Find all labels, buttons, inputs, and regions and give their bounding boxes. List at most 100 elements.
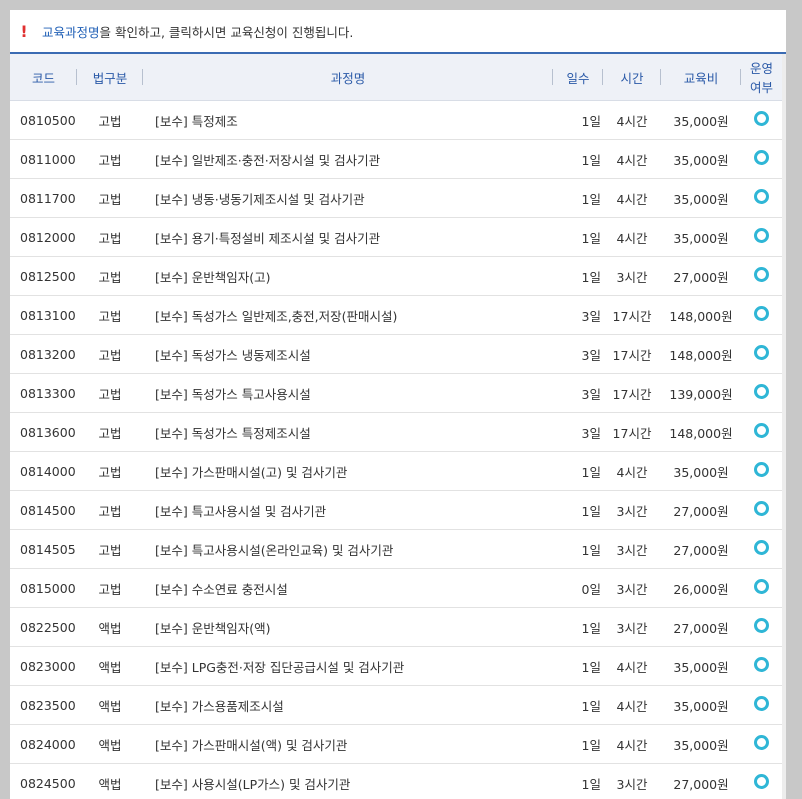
cell-law: 액법 xyxy=(77,607,143,647)
cell-course-name[interactable]: [보수] LPG충전·저장 집단공급시설 및 검사기관 xyxy=(143,646,553,686)
cell-days: 1일 xyxy=(553,724,603,764)
cell-days: 1일 xyxy=(553,529,603,569)
table-header: 코드 법구분 과정명 일수 시간 교육비 운영 여부 xyxy=(10,54,782,101)
cell-fee: 27,000원 xyxy=(661,256,741,296)
cell-course-name[interactable]: [보수] 수소연료 충전시설 xyxy=(143,568,553,608)
table-row[interactable]: 0814500 고법 [보수] 특고사용시설 및 검사기관 1일 3시간 27,000원 xyxy=(10,490,782,530)
cell-course-name[interactable]: [보수] 사용시설(LP가스) 및 검사기관 xyxy=(143,763,553,799)
cell-course-name[interactable]: [보수] 독성가스 냉동제조시설 xyxy=(143,334,553,374)
cell-status xyxy=(741,685,782,725)
cell-code: 0812500 xyxy=(10,256,77,296)
course-list-panel: ! 교육과정명을 확인하고, 클릭하시면 교육신청이 진행됩니다. 코드 법구분… xyxy=(10,10,786,799)
cell-hours: 4시간 xyxy=(603,139,661,179)
cell-hours: 3시간 xyxy=(603,763,661,799)
cell-course-name[interactable]: [보수] 일반제조·충전·저장시설 및 검사기관 xyxy=(143,139,553,179)
cell-status xyxy=(741,412,782,452)
header-course: 과정명 xyxy=(143,54,553,101)
cell-course-name[interactable]: [보수] 용기·특정설비 제조시설 및 검사기관 xyxy=(143,217,553,257)
cell-hours: 17시간 xyxy=(603,295,661,335)
cell-course-name[interactable]: [보수] 운반책임자(고) xyxy=(143,256,553,296)
cell-code: 0810500 xyxy=(10,100,77,140)
table-row[interactable]: 0824500 액법 [보수] 사용시설(LP가스) 및 검사기관 1일 3시간 27,0… xyxy=(10,763,782,799)
cell-course-name[interactable]: [보수] 독성가스 특정제조시설 xyxy=(143,412,553,452)
scrollbar[interactable] xyxy=(782,54,786,799)
cell-law: 액법 xyxy=(77,685,143,725)
circle-status-icon xyxy=(754,345,769,360)
table-row[interactable]: 0811700 고법 [보수] 냉동·냉동기제조시설 및 검사기관 1일 4시간 35,0… xyxy=(10,178,782,218)
cell-law: 고법 xyxy=(77,568,143,608)
cell-course-name[interactable]: [보수] 가스판매시설(액) 및 검사기관 xyxy=(143,724,553,764)
cell-fee: 35,000원 xyxy=(661,139,741,179)
cell-law: 고법 xyxy=(77,451,143,491)
header-fee: 교육비 xyxy=(661,54,741,101)
cell-days: 1일 xyxy=(553,217,603,257)
table-body: 0810500 고법 [보수] 특정제조 1일 4시간 35,000원 0811000 고법[… xyxy=(10,100,782,799)
table-row[interactable]: 0813600 고법 [보수] 독성가스 특정제조시설 3일 17시간 148,000원 xyxy=(10,412,782,452)
cell-days: 1일 xyxy=(553,763,603,799)
cell-course-name[interactable]: [보수] 운반책임자(액) xyxy=(143,607,553,647)
table-row[interactable]: 0812000 고법 [보수] 용기·특정설비 제조시설 및 검사기관 1일 4시간 35… xyxy=(10,217,782,257)
cell-status xyxy=(741,100,782,140)
circle-status-icon xyxy=(754,189,769,204)
cell-hours: 3시간 xyxy=(603,607,661,647)
cell-days: 1일 xyxy=(553,490,603,530)
cell-days: 1일 xyxy=(553,607,603,647)
cell-status xyxy=(741,217,782,257)
cell-days: 1일 xyxy=(553,685,603,725)
circle-status-icon xyxy=(754,384,769,399)
cell-law: 고법 xyxy=(77,100,143,140)
circle-status-icon xyxy=(754,540,769,555)
cell-code: 0824000 xyxy=(10,724,77,764)
header-code: 코드 xyxy=(10,54,77,101)
table-row[interactable]: 0810500 고법 [보수] 특정제조 1일 4시간 35,000원 xyxy=(10,100,782,140)
cell-course-name[interactable]: [보수] 냉동·냉동기제조시설 및 검사기관 xyxy=(143,178,553,218)
cell-course-name[interactable]: [보수] 가스판매시설(고) 및 검사기관 xyxy=(143,451,553,491)
table-row[interactable]: 0812500 고법 [보수] 운반책임자(고) 1일 3시간 27,000원 xyxy=(10,256,782,296)
circle-status-icon xyxy=(754,501,769,516)
table-row[interactable]: 0824000 액법 [보수] 가스판매시설(액) 및 검사기관 1일 4시간 35,00… xyxy=(10,724,782,764)
cell-hours: 17시간 xyxy=(603,412,661,452)
cell-code: 0823000 xyxy=(10,646,77,686)
cell-status xyxy=(741,529,782,569)
cell-days: 3일 xyxy=(553,412,603,452)
cell-fee: 35,000원 xyxy=(661,646,741,686)
cell-law: 고법 xyxy=(77,412,143,452)
cell-days: 3일 xyxy=(553,373,603,413)
cell-status xyxy=(741,451,782,491)
table-row[interactable]: 0815000 고법 [보수] 수소연료 충전시설 0일 3시간 26,000원 xyxy=(10,568,782,608)
cell-code: 0813600 xyxy=(10,412,77,452)
table-row[interactable]: 0823000 액법 [보수] LPG충전·저장 집단공급시설 및 검사기관 1일 4시… xyxy=(10,646,782,686)
cell-code: 0814000 xyxy=(10,451,77,491)
table-row[interactable]: 0813300 고법 [보수] 독성가스 특고사용시설 3일 17시간 139,000원 xyxy=(10,373,782,413)
cell-course-name[interactable]: [보수] 독성가스 일반제조,충전,저장(판매시설) xyxy=(143,295,553,335)
circle-status-icon xyxy=(754,228,769,243)
table-row[interactable]: 0823500 액법 [보수] 가스용품제조시설 1일 4시간 35,000원 xyxy=(10,685,782,725)
cell-course-name[interactable]: [보수] 특고사용시설(온라인교육) 및 검사기관 xyxy=(143,529,553,569)
table-row[interactable]: 0814000 고법 [보수] 가스판매시설(고) 및 검사기관 1일 4시간 35,00… xyxy=(10,451,782,491)
table-row[interactable]: 0814505 고법 [보수] 특고사용시설(온라인교육) 및 검사기관 1일 3시간 2… xyxy=(10,529,782,569)
cell-days: 1일 xyxy=(553,256,603,296)
table-row[interactable]: 0822500 액법 [보수] 운반책임자(액) 1일 3시간 27,000원 xyxy=(10,607,782,647)
cell-code: 0814500 xyxy=(10,490,77,530)
cell-course-name[interactable]: [보수] 특고사용시설 및 검사기관 xyxy=(143,490,553,530)
cell-fee: 148,000원 xyxy=(661,334,741,374)
cell-law: 액법 xyxy=(77,763,143,799)
table-row[interactable]: 0813100 고법 [보수] 독성가스 일반제조,충전,저장(판매시설) 3일 17시… xyxy=(10,295,782,335)
cell-code: 0811000 xyxy=(10,139,77,179)
circle-status-icon xyxy=(754,696,769,711)
cell-fee: 35,000원 xyxy=(661,100,741,140)
header-status: 운영 여부 xyxy=(741,54,782,101)
header-days: 일수 xyxy=(553,54,603,101)
cell-code: 0812000 xyxy=(10,217,77,257)
cell-fee: 26,000원 xyxy=(661,568,741,608)
cell-days: 1일 xyxy=(553,451,603,491)
cell-fee: 27,000원 xyxy=(661,607,741,647)
table-row[interactable]: 0813200 고법 [보수] 독성가스 냉동제조시설 3일 17시간 148,000원 xyxy=(10,334,782,374)
cell-course-name[interactable]: [보수] 가스용품제조시설 xyxy=(143,685,553,725)
table-row[interactable]: 0811000 고법 [보수] 일반제조·충전·저장시설 및 검사기관 1일 4시간 35… xyxy=(10,139,782,179)
cell-law: 고법 xyxy=(77,217,143,257)
cell-course-name[interactable]: [보수] 특정제조 xyxy=(143,100,553,140)
cell-course-name[interactable]: [보수] 독성가스 특고사용시설 xyxy=(143,373,553,413)
cell-status xyxy=(741,139,782,179)
cell-law: 고법 xyxy=(77,139,143,179)
